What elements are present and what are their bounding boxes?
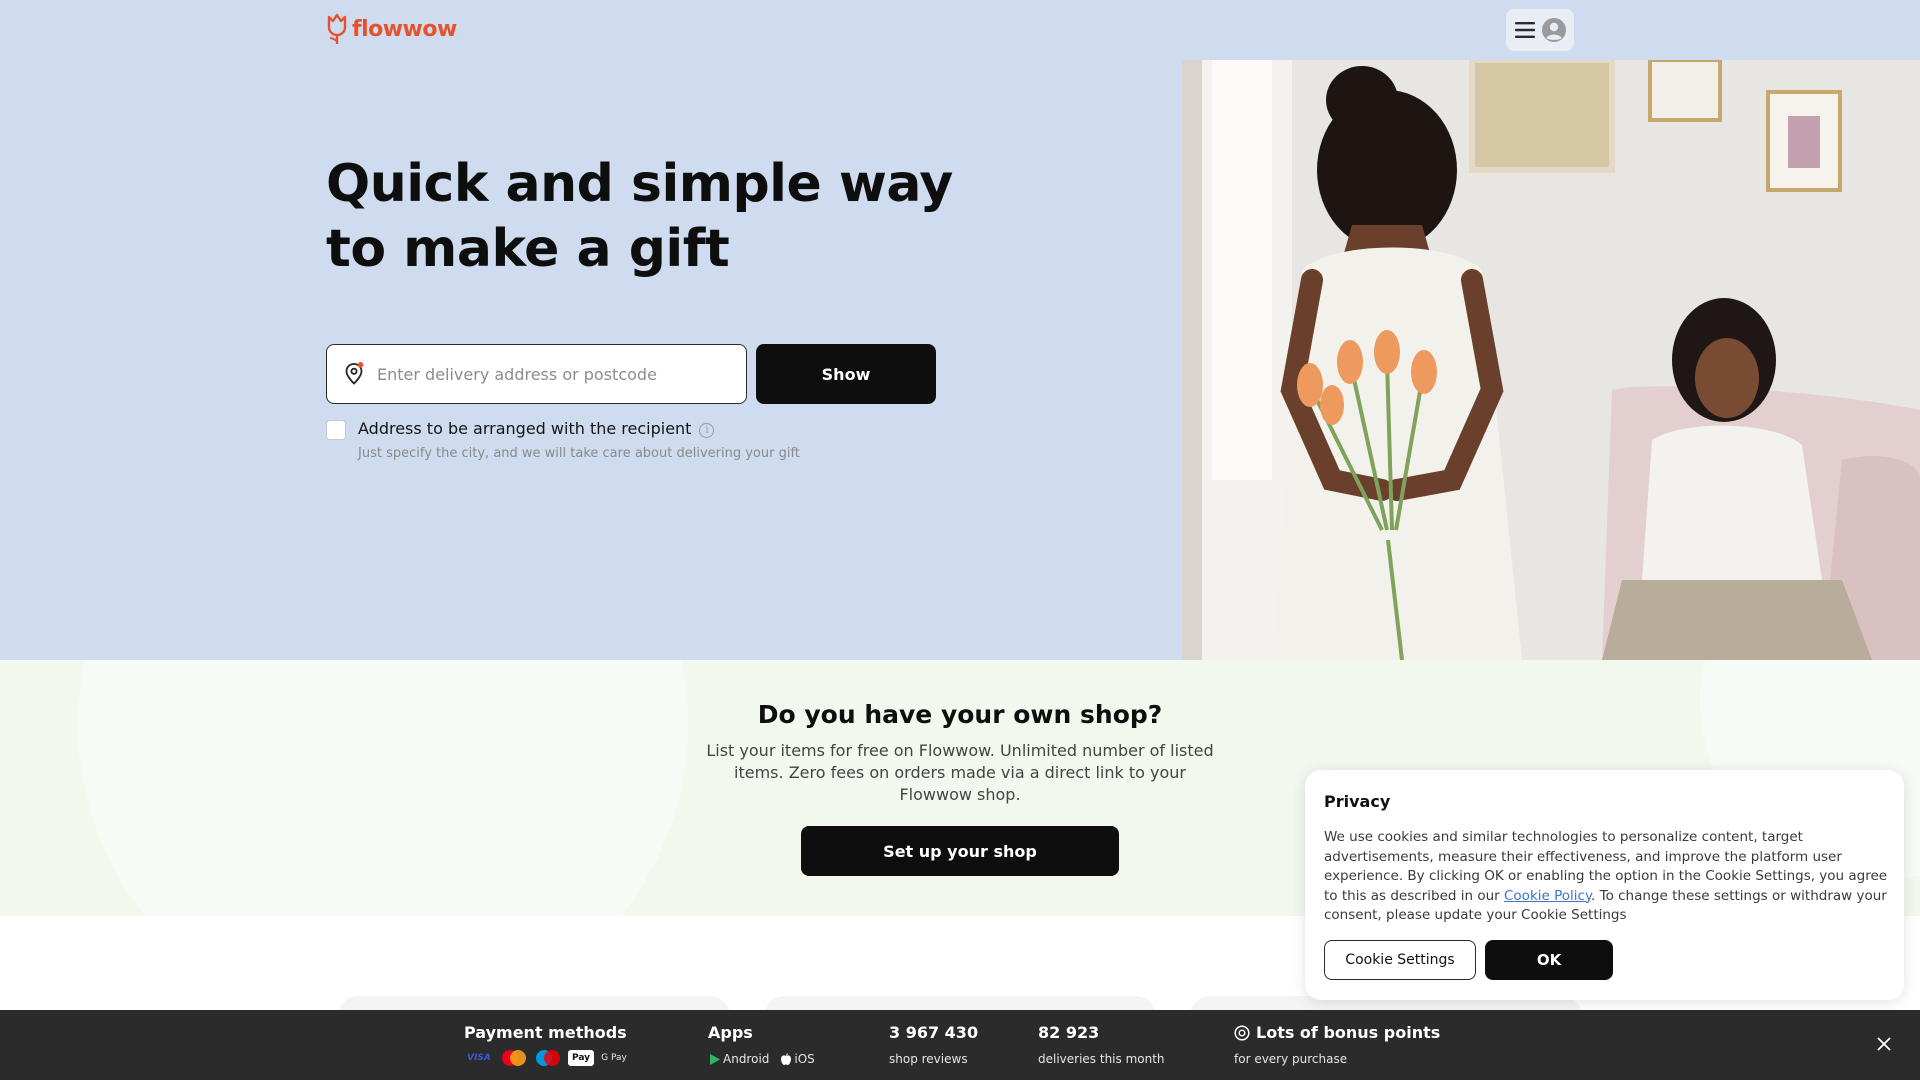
bonus-sub: for every purchase (1234, 1052, 1348, 1066)
checkbox-label[interactable]: Address to be arranged with the recipien… (358, 419, 691, 438)
show-button[interactable]: Show (756, 344, 936, 404)
ios-link[interactable]: iOS (781, 1052, 815, 1066)
checkbox-hint: Just specify the city, and we will take … (358, 446, 800, 461)
bonus-title-text: Lots of bonus points (1256, 1023, 1441, 1042)
cookie-text: We use cookies and similar technologies … (1324, 828, 1889, 926)
bottom-info-bar: Payment methods VISA Pay G Pay Apps Andr… (0, 1010, 1920, 1080)
deliveries-count: 82 923 (1038, 1023, 1100, 1042)
checkbox-label-row: Address to be arranged with the recipien… (358, 419, 715, 438)
page-headline: Quick and simple way to make a gift (326, 154, 953, 279)
logo[interactable]: flowwow (326, 12, 457, 46)
apps-links: Android iOS (710, 1052, 815, 1066)
hero-section: flowwow Quick and simple way to make a g… (0, 0, 1920, 660)
hamburger-icon[interactable] (1514, 21, 1536, 39)
cookie-settings-button[interactable]: Cookie Settings (1324, 940, 1476, 980)
menu-account-button[interactable] (1506, 9, 1574, 51)
address-field[interactable] (326, 344, 747, 404)
info-icon[interactable]: i (699, 422, 715, 438)
deliveries-label: deliveries this month (1038, 1052, 1165, 1066)
apple-pay-icon: Pay (568, 1050, 594, 1066)
mastercard-icon (502, 1050, 526, 1066)
hero-photo (1182, 60, 1920, 660)
google-pay-icon: G Pay (601, 1053, 627, 1063)
address-input[interactable] (377, 364, 717, 384)
visa-icon: VISA (467, 1053, 491, 1063)
logo-text: flowwow (352, 16, 457, 42)
play-store-icon (710, 1053, 720, 1065)
set-up-shop-button[interactable]: Set up your shop (801, 826, 1119, 876)
decor-circle (78, 660, 688, 916)
cookie-ok-button[interactable]: OK (1485, 940, 1613, 980)
girl-with-tulips-photo (1182, 60, 1920, 660)
address-arranged-checkbox[interactable] (326, 420, 346, 440)
maestro-icon (536, 1050, 560, 1066)
location-pin-icon (345, 362, 364, 385)
reviews-count: 3 967 430 (889, 1023, 979, 1042)
user-avatar-icon[interactable] (1542, 18, 1566, 42)
payment-icons: VISA Pay G Pay (464, 1050, 628, 1066)
promo-title: Do you have your own shop? (757, 700, 1163, 729)
cookie-policy-link[interactable]: Cookie Policy (1504, 888, 1591, 904)
header: flowwow (0, 0, 1920, 60)
ios-label: iOS (794, 1052, 815, 1066)
payment-methods-title: Payment methods (464, 1023, 627, 1042)
android-link[interactable]: Android (710, 1052, 769, 1066)
apps-title: Apps (708, 1023, 753, 1042)
close-icon[interactable] (1874, 1034, 1894, 1054)
android-label: Android (723, 1052, 770, 1066)
reviews-label: shop reviews (889, 1052, 968, 1066)
tulip-logo-icon (327, 13, 347, 44)
bonus-coin-icon (1234, 1024, 1250, 1041)
promo-text: List your items for free on Flowwow. Unl… (706, 741, 1214, 804)
apple-icon (781, 1053, 792, 1065)
cookie-banner: Privacy We use cookies and similar techn… (1305, 770, 1904, 1000)
bonus-points-title: Lots of bonus points (1234, 1023, 1440, 1042)
cookie-title: Privacy (1324, 792, 1391, 811)
